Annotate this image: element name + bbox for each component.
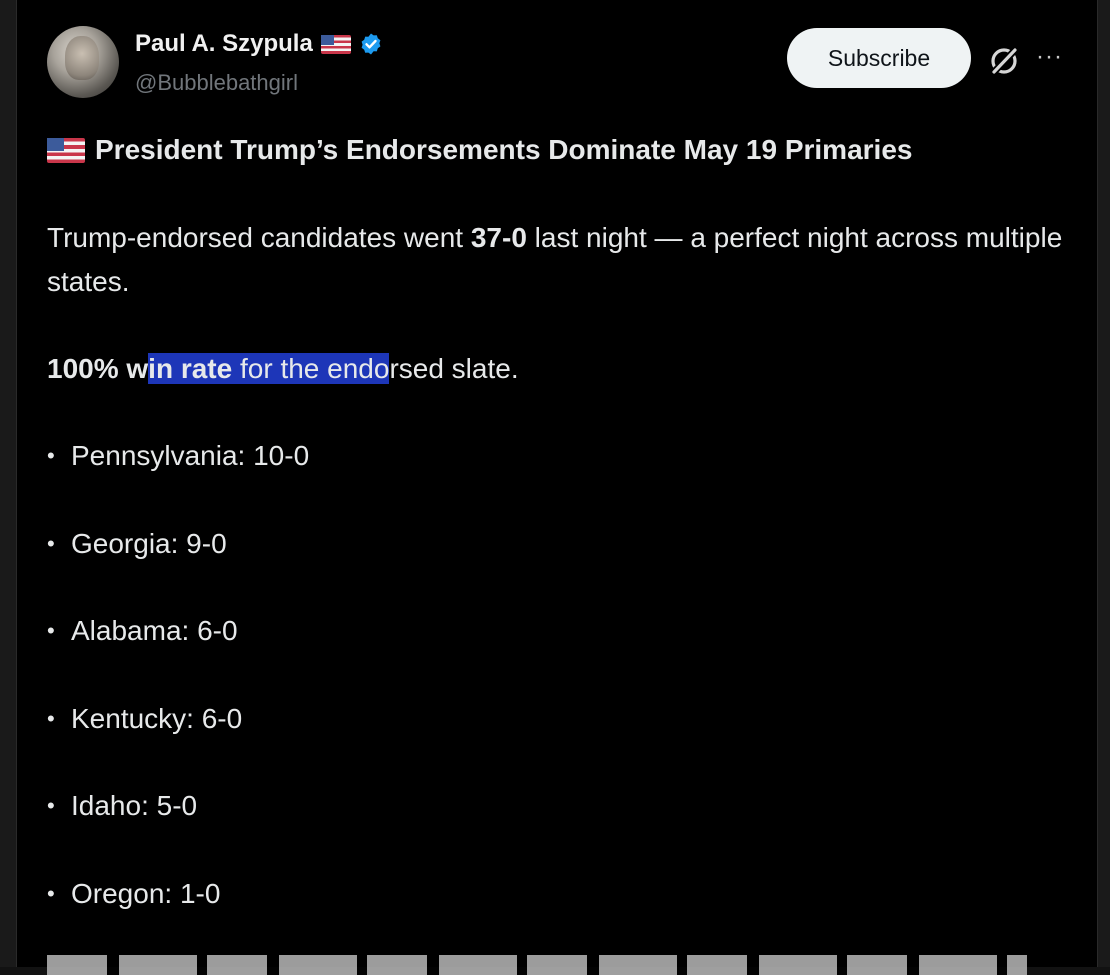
us-flag-icon — [320, 34, 351, 54]
post-headline: President Trump’s Endorsements Dominate … — [47, 128, 1087, 172]
screen-frame: Paul A. Szypula @Bubblebathgirl Subscrib… — [0, 0, 1110, 975]
list-item: • Idaho: 5-0 — [47, 784, 1087, 828]
post-content: President Trump’s Endorsements Dominate … — [47, 120, 1087, 959]
state-result: Alabama: 6-0 — [71, 615, 238, 646]
list-item: • Alabama: 6-0 — [47, 609, 1087, 653]
selected-text-bold: in rate — [148, 353, 233, 384]
win-rate-bold: 100% w — [47, 353, 149, 384]
list-item: • Pennsylvania: 10-0 — [47, 434, 1087, 478]
us-flag-icon — [47, 137, 85, 163]
grok-icon[interactable] — [987, 44, 1021, 78]
verified-badge-icon — [361, 33, 381, 55]
state-results-list: • Pennsylvania: 10-0 • Georgia: 9-0 • Alaba… — [47, 434, 1087, 916]
paragraph-text: Trump-endorsed candidates went — [47, 222, 471, 253]
paragraph-text: rsed slate. — [389, 353, 519, 384]
state-result: Kentucky: 6-0 — [71, 702, 243, 734]
record-bold: 37-0 — [470, 222, 527, 253]
headline-text: President Trump’s Endorsements Dominate … — [95, 134, 913, 165]
truncated-text-line — [47, 955, 1027, 975]
post-card: Paul A. Szypula @Bubblebathgirl Subscrib… — [16, 0, 1098, 975]
list-item: • Oregon: 1-0 — [47, 872, 1087, 916]
subscribe-button[interactable]: Subscribe — [787, 28, 971, 88]
state-result: Idaho: 5-0 — [71, 790, 198, 821]
state-result: Pennsylvania: 10-0 — [71, 440, 310, 471]
list-item: • Georgia: 9-0 — [47, 522, 1087, 566]
state-result: Oregon: 1-0 — [71, 877, 221, 909]
list-item: • Kentucky: 6-0 — [47, 697, 1087, 741]
author-name-row: Paul A. Szypula — [135, 30, 383, 58]
avatar[interactable] — [47, 26, 119, 98]
author-name[interactable]: Paul A. Szypula — [135, 30, 313, 58]
post-paragraph: Trump-endorsed candidates went 37-0 last… — [47, 216, 1087, 304]
selected-text: for the endo — [232, 353, 390, 384]
author-handle[interactable]: @Bubblebathgirl — [135, 70, 298, 96]
more-icon[interactable]: ··· — [1036, 45, 1068, 69]
post-paragraph: 100% win rate for the endorsed slate. — [47, 347, 1087, 391]
state-result: Georgia: 9-0 — [71, 527, 227, 559]
